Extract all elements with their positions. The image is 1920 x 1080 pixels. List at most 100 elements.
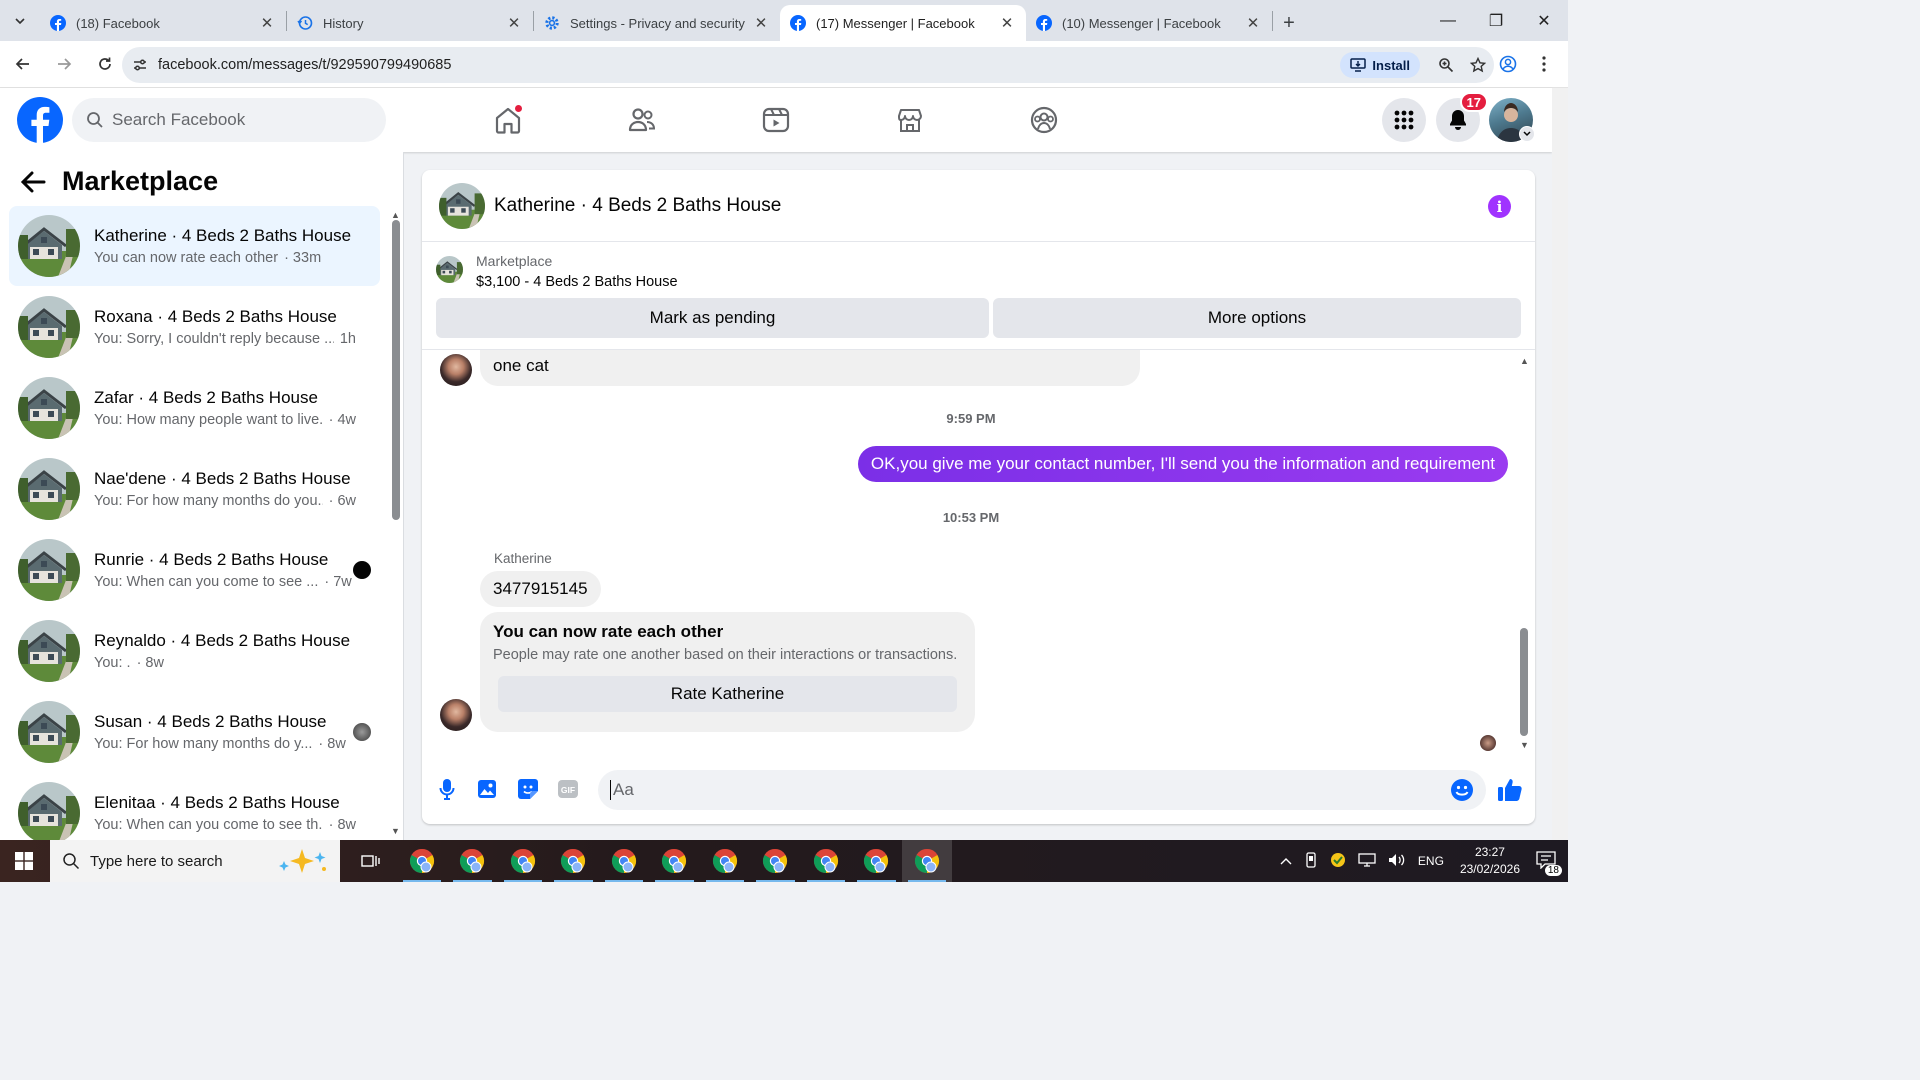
conversation-preview-line: You: When can you come to see th... · 8w: [94, 817, 356, 833]
conversation-preview: You: When can you come to see ...: [94, 574, 319, 590]
clock[interactable]: 23:27 23/02/2026: [1460, 844, 1520, 878]
friends-nav-icon[interactable]: [624, 102, 660, 138]
conversation-item[interactable]: Zafar · 4 Beds 2 Baths House You: How man…: [9, 368, 380, 448]
marketplace-nav-icon[interactable]: [892, 102, 928, 138]
page-scrollbar[interactable]: [1552, 88, 1568, 840]
chrome-taskbar-icon[interactable]: [750, 840, 801, 882]
chrome-taskbar-icon[interactable]: [397, 840, 448, 882]
video-nav-icon[interactable]: [758, 102, 794, 138]
browser-tab-messenger-active[interactable]: (17) Messenger | Facebook ✕: [780, 5, 1026, 41]
conversation-preview: You can now rate each other: [94, 250, 279, 266]
thread-scrollbar[interactable]: [1520, 628, 1528, 736]
chrome-taskbar-icon[interactable]: [548, 840, 599, 882]
install-button[interactable]: Install: [1340, 52, 1420, 78]
new-tab-button[interactable]: +: [1273, 5, 1305, 41]
conversation-item[interactable]: Runrie · 4 Beds 2 Baths House You: When c…: [9, 530, 380, 610]
browser-tab-settings[interactable]: Settings - Privacy and security ✕: [534, 5, 780, 41]
more-options-button[interactable]: More options: [993, 298, 1521, 338]
listing-small-thumbnail[interactable]: [436, 256, 463, 283]
scroll-up-arrow-icon[interactable]: ▲: [391, 210, 400, 220]
emoji-icon[interactable]: [1450, 778, 1474, 807]
omnibox[interactable]: facebook.com/messages/t/929590799490685 …: [122, 47, 1494, 83]
message-input[interactable]: Aa: [598, 770, 1486, 810]
tab-close-icon[interactable]: ✕: [1244, 14, 1262, 32]
tab-close-icon[interactable]: ✕: [505, 14, 523, 32]
home-nav-icon[interactable]: [490, 102, 526, 138]
chat-title[interactable]: Katherine · 4 Beds 2 Baths House: [494, 195, 781, 217]
taskbar-search-box[interactable]: Type here to search: [50, 840, 340, 882]
browser-tab-messenger[interactable]: (10) Messenger | Facebook ✕: [1026, 5, 1272, 41]
restore-icon[interactable]: ❐: [1472, 0, 1520, 41]
chevron-up-icon[interactable]: [1280, 854, 1292, 868]
chrome-taskbar-icon[interactable]: [801, 840, 852, 882]
browser-menu-icon[interactable]: [1526, 48, 1562, 80]
listing-price-title[interactable]: $3,100 - 4 Beds 2 Baths House: [476, 274, 678, 290]
conversation-item[interactable]: Roxana · 4 Beds 2 Baths House You: Sorry,…: [9, 287, 380, 367]
chrome-taskbar-icon[interactable]: [851, 840, 902, 882]
profile-icon[interactable]: [1490, 48, 1526, 80]
back-arrow-icon[interactable]: [20, 171, 46, 193]
zoom-icon[interactable]: [1430, 57, 1462, 73]
notifications-button[interactable]: 17: [1436, 92, 1488, 142]
photo-icon[interactable]: [474, 776, 500, 802]
tab-search-button[interactable]: [0, 0, 40, 41]
message-text[interactable]: 3477915145: [493, 579, 588, 598]
windows-start-button[interactable]: [0, 840, 48, 882]
menu-grid-button[interactable]: [1382, 98, 1426, 142]
scroll-down-arrow-icon[interactable]: ▼: [1520, 740, 1529, 750]
browser-tab-facebook[interactable]: (18) Facebook ✕: [40, 5, 286, 41]
volume-icon[interactable]: [1388, 853, 1406, 870]
tab-close-icon[interactable]: ✕: [752, 14, 770, 32]
conversation-item[interactable]: Nae'dene · 4 Beds 2 Baths House You: For …: [9, 449, 380, 529]
app-tray-icon[interactable]: [1330, 852, 1346, 871]
sender-avatar[interactable]: [440, 699, 472, 731]
like-thumbs-up-icon[interactable]: [1496, 776, 1524, 804]
chrome-taskbar-icon[interactable]: [700, 840, 751, 882]
site-info-icon[interactable]: [122, 57, 158, 73]
rate-katherine-button[interactable]: Rate Katherine: [498, 676, 957, 712]
microphone-icon[interactable]: [434, 776, 460, 802]
mark-as-pending-button[interactable]: Mark as pending: [436, 298, 989, 338]
chrome-taskbar-icon[interactable]: [649, 840, 700, 882]
notification-center-icon[interactable]: 18: [1536, 850, 1562, 876]
scroll-down-arrow-icon[interactable]: ▼: [391, 826, 400, 836]
back-button[interactable]: [4, 48, 41, 80]
scroll-up-arrow-icon[interactable]: ▲: [1520, 356, 1529, 366]
facebook-logo-icon[interactable]: [17, 97, 63, 143]
info-icon[interactable]: i: [1488, 195, 1511, 218]
conversation-item[interactable]: Reynaldo · 4 Beds 2 Baths House You: . · 8…: [9, 611, 380, 691]
groups-nav-icon[interactable]: [1026, 102, 1062, 138]
running-indicator: [806, 880, 845, 882]
conversation-item[interactable]: Elenitaa · 4 Beds 2 Baths House You: When…: [9, 773, 380, 840]
forward-button[interactable]: [45, 48, 82, 80]
device-icon[interactable]: [1304, 851, 1318, 871]
conversation-name: Katherine · 4 Beds 2 Baths House: [94, 226, 352, 245]
running-indicator: [604, 880, 643, 882]
listing-thumbnail[interactable]: [439, 182, 485, 229]
chevron-down-icon[interactable]: [1519, 126, 1535, 142]
chrome-taskbar-icon[interactable]: [447, 840, 498, 882]
notification-badge: 17: [1459, 92, 1488, 112]
chrome-taskbar-icon[interactable]: [901, 840, 952, 882]
conversation-list-scrollbar[interactable]: [392, 220, 400, 520]
network-icon[interactable]: [1358, 852, 1376, 870]
sticker-icon[interactable]: [515, 776, 541, 802]
sender-avatar[interactable]: [440, 354, 472, 386]
tab-close-icon[interactable]: ✕: [258, 14, 276, 32]
reload-button[interactable]: [86, 48, 123, 80]
chrome-taskbar-icon[interactable]: [599, 840, 650, 882]
gif-icon[interactable]: GIF: [555, 776, 581, 802]
facebook-search-input[interactable]: Search Facebook: [72, 98, 386, 142]
tab-title: (18) Facebook: [76, 15, 160, 31]
tab-close-icon[interactable]: ✕: [998, 14, 1016, 32]
browser-tab-history[interactable]: History ✕: [287, 5, 533, 41]
chrome-taskbar-icon[interactable]: [498, 840, 549, 882]
task-view-icon[interactable]: [346, 840, 397, 882]
conversation-item[interactable]: Susan · 4 Beds 2 Baths House You: For how…: [9, 692, 380, 772]
language-indicator[interactable]: ENG: [1418, 854, 1444, 868]
minimize-icon[interactable]: —: [1424, 0, 1472, 41]
conversation-item[interactable]: Katherine · 4 Beds 2 Baths House You can …: [9, 206, 380, 286]
message-input-placeholder: Aa: [613, 780, 634, 799]
close-window-icon[interactable]: ✕: [1520, 0, 1568, 41]
panel-title: Marketplace: [62, 166, 219, 196]
